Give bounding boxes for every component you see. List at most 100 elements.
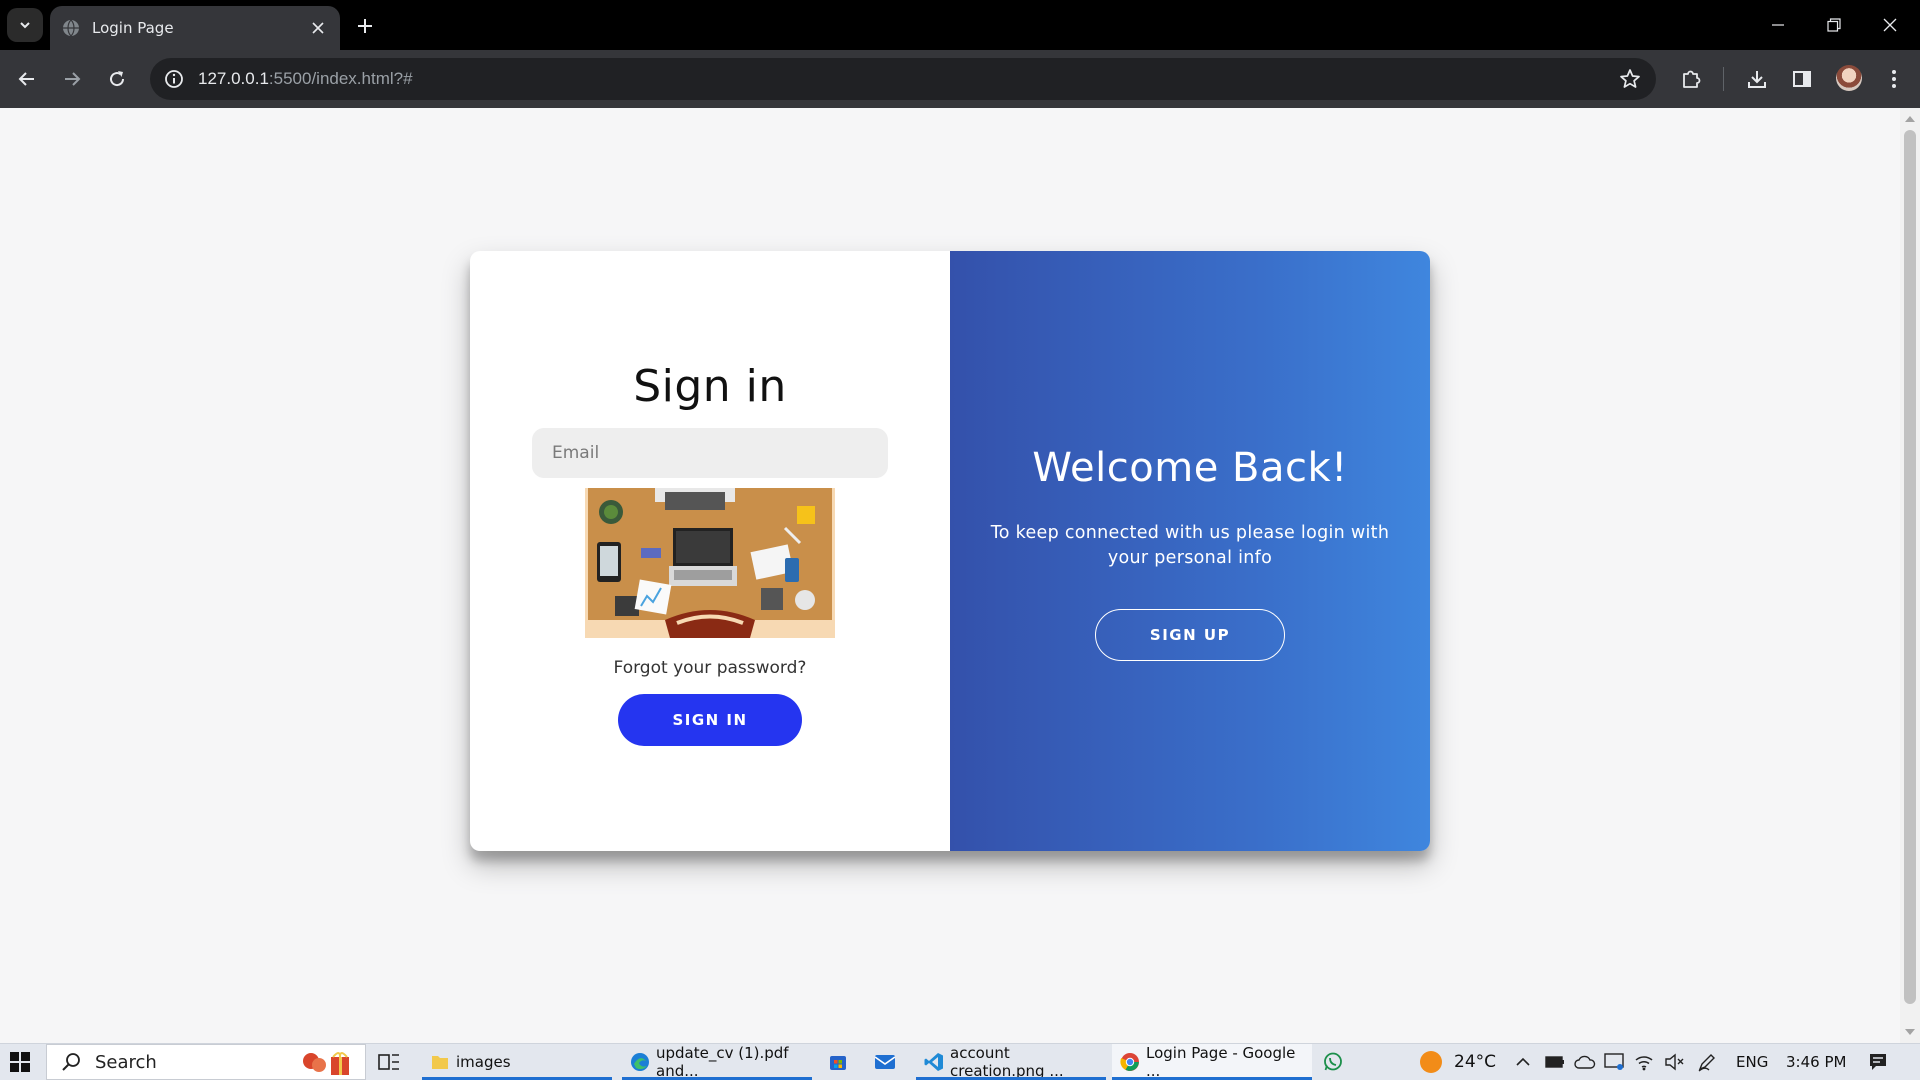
side-panel-icon: [1793, 71, 1811, 87]
profile-avatar[interactable]: [1836, 65, 1862, 91]
chevron-up-icon: [1516, 1057, 1530, 1066]
extensions-button[interactable]: [1676, 64, 1706, 94]
pen-icon: [1698, 1054, 1715, 1072]
back-button[interactable]: [12, 64, 42, 94]
volume-muted-icon: [1665, 1053, 1684, 1071]
signin-heading: Sign in: [633, 361, 787, 412]
page-scrollbar[interactable]: [1900, 108, 1920, 1043]
restore-icon: [1827, 18, 1841, 32]
battery-icon: [1545, 1056, 1564, 1068]
browser-toolbar: 127.0.0.1:5500/index.html?#: [0, 50, 1920, 108]
weather-temp: 24°C: [1454, 1052, 1497, 1072]
login-card: Sign in Email Forgot your password? SIGN…: [470, 251, 1430, 851]
folder-icon: [430, 1052, 450, 1072]
tray-volume[interactable]: [1664, 1044, 1686, 1080]
forward-button[interactable]: [57, 64, 87, 94]
menu-button[interactable]: [1879, 64, 1909, 94]
tray-onedrive[interactable]: [1574, 1044, 1596, 1080]
close-window-button[interactable]: [1862, 0, 1918, 50]
taskbar-item-chrome[interactable]: Login Page - Google ...: [1112, 1044, 1312, 1080]
forgot-password-link[interactable]: Forgot your password?: [614, 658, 807, 678]
mail-icon: [874, 1055, 896, 1069]
reload-button[interactable]: [102, 64, 132, 94]
whatsapp-icon: [1324, 1052, 1342, 1071]
tray-battery[interactable]: [1545, 1044, 1567, 1080]
globe-icon: [63, 19, 79, 37]
task-view-button[interactable]: [378, 1044, 402, 1080]
side-panel-button[interactable]: [1787, 64, 1817, 94]
weather-widget[interactable]: 24°C: [1418, 1044, 1508, 1080]
taskbar-item-images[interactable]: images: [422, 1044, 612, 1080]
store-icon: [830, 1056, 846, 1070]
new-tab-button[interactable]: [352, 13, 378, 39]
wifi-icon: [1635, 1056, 1653, 1071]
tab-title: Login Page: [92, 19, 174, 37]
chrome-icon: [1120, 1052, 1140, 1072]
taskbar-item-vscode[interactable]: account creation.png ...: [916, 1044, 1106, 1080]
minimize-icon: [1772, 24, 1784, 26]
tray-language[interactable]: ENG: [1736, 1044, 1776, 1080]
taskbar-whatsapp-button[interactable]: [1322, 1044, 1346, 1080]
taskbar-store-button[interactable]: [828, 1044, 852, 1080]
address-bar[interactable]: 127.0.0.1:5500/index.html?#: [150, 58, 1656, 100]
notification-icon: [1870, 1054, 1886, 1070]
bookmark-star-icon[interactable]: [1618, 67, 1642, 91]
tray-pen[interactable]: [1697, 1044, 1719, 1080]
vscode-icon: [924, 1052, 944, 1072]
signup-button[interactable]: SIGN UP: [1095, 609, 1285, 661]
desk-illustration: [585, 488, 835, 638]
tray-wifi[interactable]: [1634, 1044, 1656, 1080]
gift-icon: [303, 1052, 349, 1075]
taskbar-item-label: Login Page - Google ...: [1146, 1044, 1296, 1080]
browser-tab-active[interactable]: Login Page: [50, 6, 340, 50]
welcome-text: To keep connected with us please login w…: [990, 523, 1390, 568]
taskbar-search-label: Search: [95, 1051, 157, 1073]
tab-search-button[interactable]: [7, 8, 43, 42]
taskbar-item-edge[interactable]: update_cv (1).pdf and...: [622, 1044, 812, 1080]
restore-button[interactable]: [1806, 0, 1862, 50]
welcome-heading: Welcome Back!: [1032, 445, 1348, 491]
start-button[interactable]: [10, 1044, 34, 1080]
chevron-down-icon: [20, 22, 30, 29]
email-input[interactable]: [532, 428, 888, 478]
task-view-icon: [378, 1054, 399, 1070]
taskbar-search[interactable]: Search: [46, 1044, 366, 1080]
arrow-right-icon: [65, 72, 81, 86]
notifications-button[interactable]: [1868, 1044, 1892, 1080]
sun-icon: [1420, 1051, 1442, 1073]
toolbar-separator: [1723, 67, 1724, 91]
monitor-icon: [1604, 1053, 1624, 1070]
taskbar-mail-button[interactable]: [874, 1044, 898, 1080]
plus-icon: [358, 19, 372, 33]
reload-icon: [110, 71, 125, 87]
page-viewport: Sign in Email Forgot your password? SIGN…: [0, 108, 1900, 1043]
url-path: :5500/index.html?#: [268, 69, 413, 88]
minimize-button[interactable]: [1750, 0, 1806, 50]
tray-clock[interactable]: 3:46 PM: [1786, 1044, 1852, 1080]
url-host: 127.0.0.1: [198, 69, 269, 88]
download-icon: [1748, 71, 1766, 88]
scroll-down-arrow-icon[interactable]: [1905, 1029, 1915, 1035]
signin-panel: Sign in Email Forgot your password? SIGN…: [470, 251, 950, 851]
taskbar-item-label: images: [456, 1053, 511, 1071]
close-tab-icon[interactable]: [308, 18, 328, 38]
puzzle-icon: [1683, 70, 1701, 88]
scroll-up-arrow-icon[interactable]: [1905, 116, 1915, 122]
more-vert-icon: [1892, 70, 1896, 88]
tray-display[interactable]: [1604, 1044, 1626, 1080]
search-icon: [62, 1053, 80, 1071]
tray-overflow-button[interactable]: [1516, 1044, 1534, 1080]
windows-taskbar: Search images update_cv (1).pdf and... a…: [0, 1043, 1920, 1080]
welcome-overlay-panel: Welcome Back! To keep connected with us …: [950, 251, 1430, 851]
scrollbar-thumb[interactable]: [1904, 130, 1916, 1004]
windows-logo-icon: [10, 1052, 30, 1072]
cloud-icon: [1574, 1055, 1596, 1069]
site-info-icon[interactable]: [164, 69, 184, 89]
taskbar-item-label: account creation.png ...: [950, 1044, 1064, 1080]
browser-tabstrip: Login Page: [0, 0, 1920, 50]
close-icon: [1883, 18, 1897, 32]
signin-button[interactable]: SIGN IN: [618, 694, 802, 746]
arrow-left-icon: [18, 72, 34, 86]
edge-icon: [630, 1052, 650, 1072]
downloads-button[interactable]: [1742, 64, 1772, 94]
